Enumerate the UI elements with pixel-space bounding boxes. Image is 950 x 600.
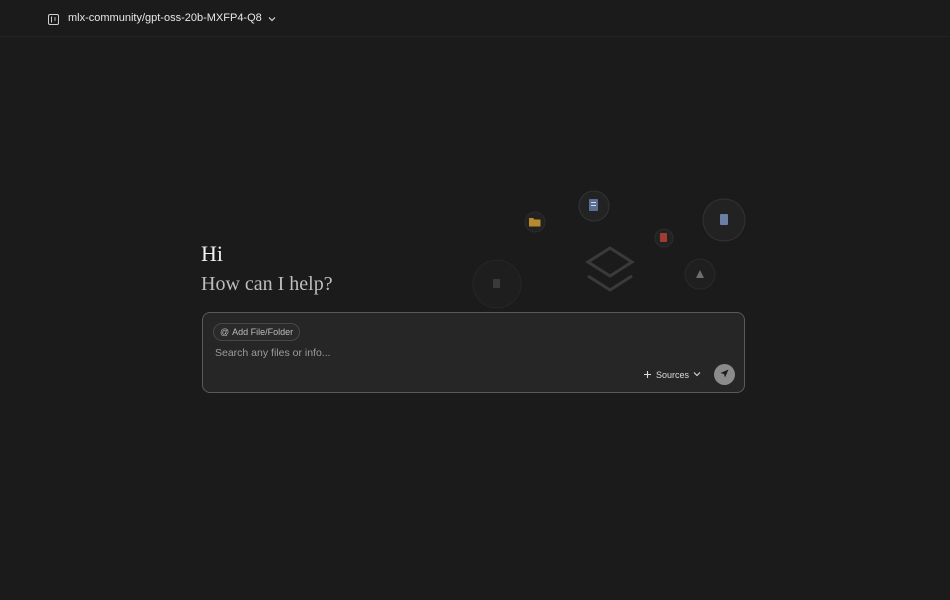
- sources-dropdown[interactable]: Sources: [643, 368, 701, 382]
- search-input[interactable]: [215, 345, 635, 361]
- app-logo-icon: [585, 246, 635, 292]
- file-sources-illustration: [472, 190, 746, 309]
- chevron-down-icon: [693, 370, 701, 380]
- text-file-icon: [702, 198, 746, 242]
- chevron-down-icon: [268, 14, 276, 22]
- composer: @ Add File/Folder Sources: [202, 312, 745, 393]
- file-icon-faded: [472, 259, 522, 309]
- at-icon: @: [220, 327, 230, 337]
- top-bar: mlx-community/gpt-oss-20b-MXFP4-Q8: [0, 0, 950, 37]
- send-button[interactable]: [714, 364, 735, 385]
- sidebar-toggle-icon[interactable]: [48, 12, 59, 25]
- add-file-folder-button[interactable]: @ Add File/Folder: [213, 323, 301, 341]
- model-selector[interactable]: mlx-community/gpt-oss-20b-MXFP4-Q8: [68, 10, 276, 26]
- greeting: Hi How can I help?: [201, 240, 333, 298]
- greeting-title: Hi: [201, 241, 223, 266]
- add-file-folder-label: Add File/Folder: [232, 327, 294, 337]
- model-name: mlx-community/gpt-oss-20b-MXFP4-Q8: [68, 12, 262, 24]
- drive-icon: [684, 258, 716, 290]
- plus-icon: [643, 370, 652, 381]
- sources-label: Sources: [656, 370, 690, 380]
- folder-icon: [524, 211, 546, 233]
- document-icon: [578, 190, 610, 222]
- send-arrow-icon: [719, 366, 730, 384]
- pdf-icon: [654, 228, 674, 248]
- greeting-subtitle: How can I help?: [201, 273, 333, 295]
